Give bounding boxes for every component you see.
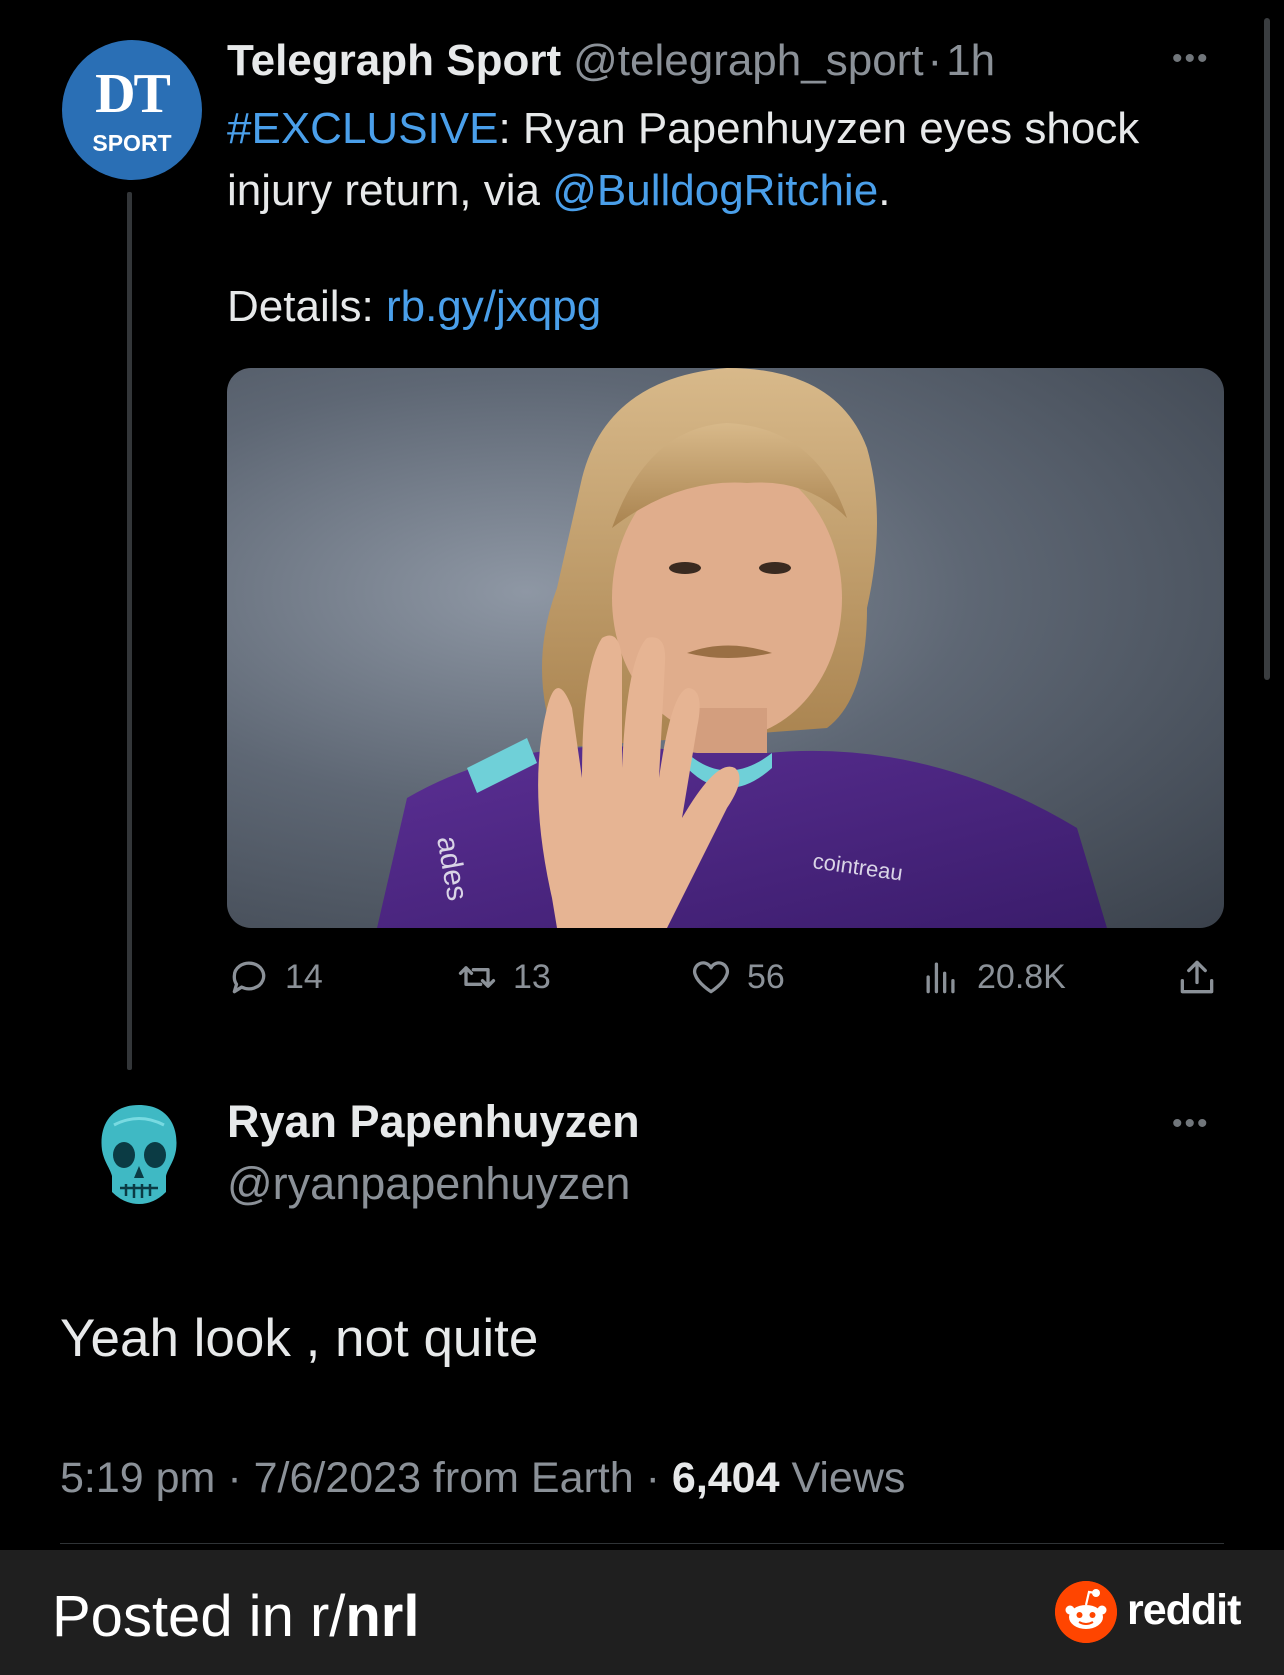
thread-line: [127, 192, 132, 1070]
details-link[interactable]: rb.gy/jxqpg: [386, 282, 601, 331]
analytics-icon: [926, 962, 955, 994]
reply-count: 14: [285, 957, 323, 996]
reply-icon: [232, 961, 266, 994]
tweet-text-part2: .: [878, 166, 891, 215]
author-display-name[interactable]: Telegraph Sport: [227, 36, 561, 85]
tweet-photo[interactable]: cointreau ades: [227, 368, 1224, 928]
tweet-time[interactable]: 1h: [946, 36, 995, 85]
tweet-stats-bar: 14 13 56 20.8K: [227, 955, 1227, 1015]
reddit-footer: Posted in r/nrl reddit: [0, 1550, 1284, 1675]
mention-link[interactable]: @BulldogRitchie: [552, 166, 878, 215]
skull-avatar[interactable]: [94, 1100, 184, 1210]
reply-metadata: 5:19 pm · 7/6/2023 from Earth · 6,404 Vi…: [60, 1454, 905, 1503]
reddit-wordmark: reddit: [1127, 1586, 1241, 1634]
reply-stat[interactable]: 14: [227, 955, 323, 999]
retweet-icon: [458, 966, 496, 988]
like-count: 56: [747, 957, 785, 996]
reply-text: Yeah look , not quite: [60, 1309, 539, 1368]
reply-author-name[interactable]: Ryan Papenhuyzen: [227, 1096, 640, 1148]
scrollbar[interactable]: [1264, 18, 1270, 680]
hashtag-link[interactable]: #EXCLUSIVE: [227, 104, 498, 153]
reply-views-label: Views: [791, 1454, 906, 1502]
views-stat[interactable]: 20.8K: [919, 955, 1066, 999]
heart-icon: [692, 961, 730, 994]
reply-time[interactable]: 5:19 pm: [60, 1454, 215, 1502]
quoted-tweet[interactable]: DT SPORT Telegraph Sport @telegraph_sport…: [0, 0, 1284, 1080]
reply-author-handle[interactable]: @ryanpapenhuyzen: [227, 1158, 630, 1210]
retweet-stat[interactable]: 13: [455, 955, 551, 999]
share-stat[interactable]: [1175, 955, 1219, 999]
meta-separator: ·: [645, 1454, 660, 1502]
posted-prefix: Posted in r/: [52, 1584, 346, 1649]
meta-separator: ·: [227, 1454, 242, 1502]
avatar-logo-letters: DT: [95, 63, 171, 125]
share-icon: [1180, 960, 1214, 994]
telegraph-sport-avatar[interactable]: DT SPORT: [62, 40, 202, 180]
reddit-logo-icon: [1055, 1581, 1117, 1643]
quoted-tweet-text: #EXCLUSIVE: Ryan Papenhuyzen eyes shock …: [227, 98, 1227, 222]
avatar-logo-sport: SPORT: [92, 130, 172, 156]
details-line: Details: rb.gy/jxqpg: [227, 282, 601, 332]
reply-date-source: 7/6/2023 from Earth: [253, 1454, 634, 1502]
divider: [60, 1543, 1224, 1544]
header-separator: ·: [927, 36, 943, 85]
more-dots-icon[interactable]: •••: [1172, 1107, 1210, 1141]
posted-in-label[interactable]: Posted in r/nrl: [52, 1583, 420, 1650]
more-dots-icon[interactable]: •••: [1172, 42, 1210, 76]
quoted-tweet-header: Telegraph Sport @telegraph_sport·1h: [227, 36, 995, 86]
subreddit-name: nrl: [345, 1584, 420, 1649]
reply-views-count: 6,404: [671, 1454, 780, 1502]
view-count: 20.8K: [977, 957, 1066, 996]
retweet-count: 13: [513, 957, 551, 996]
author-handle[interactable]: @telegraph_sport: [573, 36, 923, 85]
like-stat[interactable]: 56: [689, 955, 785, 999]
player-photo-illustration: cointreau ades: [377, 368, 1107, 928]
details-label: Details:: [227, 282, 386, 331]
